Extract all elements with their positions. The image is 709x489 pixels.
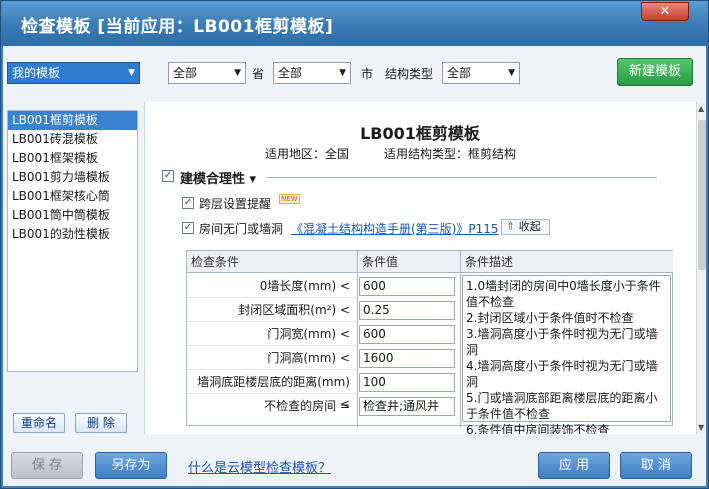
section-divider [267,177,657,178]
scroll-up-icon[interactable]: ▲ [698,104,704,113]
section-title[interactable]: 建模合理性 ▾ [180,168,256,187]
list-item[interactable]: LB001框架模板 [8,149,137,168]
dialog-window: 检查模板 [当前应用：LB001框剪模板] ✕ 我的模板 ▼ 全部 ▼ 省 全部… [0,0,709,489]
row-divider [187,321,357,322]
list-item[interactable]: LB001砖混模板 [8,130,137,149]
manual-reference-link[interactable]: 《混凝土结构构造手册(第三版)》P115 [291,220,499,237]
province-select[interactable]: 全部 ▼ [168,62,246,84]
cross-floor-checkbox[interactable]: ✓ [182,197,194,209]
condition-label: 0墙长度(mm) < [259,279,350,293]
structure-type-label: 结构类型 [385,67,434,81]
row-divider [187,297,357,298]
city-label: 市 [361,67,374,81]
list-item[interactable]: LB001筒中筒模板 [8,206,137,225]
collapse-icon: ⇑ [506,220,516,233]
template-list: LB001框剪模板 LB001砖混模板 LB001框架模板 LB001剪力墙模板… [7,110,138,372]
delete-button[interactable]: 删 除 [75,413,127,433]
template-name: LB001框剪模板 [360,124,480,143]
new-badge: NEW [279,194,300,204]
collapse-label: 收起 [518,220,541,233]
header-value: 条件值 [358,251,461,273]
condition-value-input[interactable]: 0.25 [359,301,455,320]
condition-value-input[interactable]: 100 [359,373,455,392]
structure-type-text: 适用结构类型：框剪结构 [384,147,517,161]
list-item[interactable]: LB001框架核心筒 [8,187,137,206]
cancel-button[interactable]: 取 消 [620,452,692,479]
condition-value-input[interactable]: 600 [359,325,455,344]
no-door-checkbox[interactable]: ✓ [182,222,194,234]
list-item[interactable]: LB001的劲性模板 [8,225,137,244]
my-template-select[interactable]: 我的模板 ▼ [7,62,140,84]
section-checkbox[interactable]: ✓ [162,170,174,182]
cross-floor-label: 跨层设置提醒 [199,197,272,211]
header-condition: 检查条件 [187,251,358,273]
section-title-text: 建模合理性 [180,172,246,187]
condition-label: 门洞高(mm) < [267,351,350,365]
structure-type-value: 全部 [447,66,472,80]
header-description: 条件描述 [461,251,673,273]
scrollbar[interactable]: ▲ ▼ [696,102,706,434]
scroll-down-icon[interactable]: ▼ [698,423,704,432]
structure-type-select[interactable]: 全部 ▼ [442,62,520,84]
save-as-button[interactable]: 另存为 [95,452,167,479]
city-value: 全部 [278,66,303,80]
collapse-button[interactable]: ⇑ 收起 [501,219,550,235]
city-select[interactable]: 全部 ▼ [273,62,351,84]
title-bar: 检查模板 [当前应用：LB001框剪模板] ✕ [1,1,708,46]
no-door-label: 房间无门或墙洞 [199,222,284,236]
chevron-down-icon: ▼ [339,68,346,78]
list-item[interactable]: LB001剪力墙模板 [8,168,137,187]
condition-description: 1.0墙封闭的房间中0墙长度小于条件值不检查 2.封闭区域小于条件值时不检查 3… [462,275,671,434]
region-text: 适用地区：全国 [265,147,350,161]
chevron-down-icon: ▼ [128,68,135,78]
row-divider [187,369,357,370]
rename-button[interactable]: 重命名 [13,413,65,433]
condition-table: 检查条件 条件值 条件描述 0墙长度(mm) < 600 封闭区域面积(m²) … [186,250,673,434]
caret-down-icon: ▾ [249,172,257,187]
row-divider [187,393,357,394]
window-title: 检查模板 [当前应用：LB001框剪模板] [21,17,334,37]
province-label: 省 [252,67,265,81]
column-divider [460,251,461,427]
chevron-down-icon: ▼ [234,68,241,78]
condition-label: 墙洞底距楼层底的距离(mm) < [197,375,350,411]
help-link[interactable]: 什么是云模型检查模板？ [188,457,331,476]
apply-button[interactable]: 应 用 [538,452,610,479]
dialog-body: 我的模板 ▼ 全部 ▼ 省 全部 ▼ 市 结构类型 全部 ▼ 新建模板 LB00… [3,46,706,486]
template-detail-panel: LB001框剪模板 适用地区：全国 适用结构类型：框剪结构 ✓ 建模合理性 ▾ … [144,102,706,434]
new-template-button[interactable]: 新建模板 [617,58,693,86]
province-value: 全部 [173,66,198,80]
condition-label: 不检查的房间 = [264,399,350,413]
condition-value-input[interactable]: 600 [359,277,455,296]
scrollbar-thumb[interactable] [698,120,706,270]
chevron-down-icon: ▼ [508,68,515,78]
row-divider [187,345,357,346]
column-divider [357,251,358,427]
condition-value-input[interactable]: 检查井;通风井 [359,397,455,416]
condition-label: 门洞宽(mm) < [267,327,350,341]
condition-label: 封闭区域面积(m²) < [238,303,350,317]
save-button[interactable]: 保 存 [11,452,83,479]
condition-value-input[interactable]: 1600 [359,349,455,368]
close-button[interactable]: ✕ [641,2,689,21]
list-item[interactable]: LB001框剪模板 [8,111,137,130]
my-template-value: 我的模板 [12,66,61,80]
